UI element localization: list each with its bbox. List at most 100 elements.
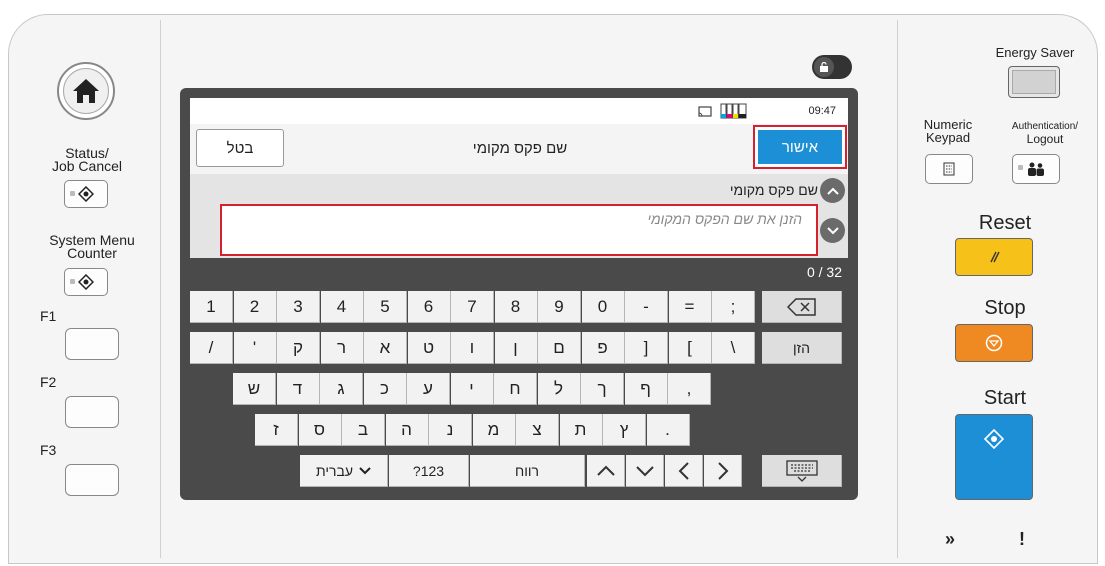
keyboard-key[interactable]: 4 [320, 291, 364, 323]
keypad-icon [943, 162, 955, 176]
keyboard-key[interactable]: כ [363, 373, 407, 405]
keyboard-key[interactable]: 0 [581, 291, 625, 323]
keyboard-key[interactable]: ' [233, 332, 277, 364]
keyboard-key[interactable]: 9 [538, 291, 581, 323]
keyboard-key[interactable]: צ [516, 414, 559, 446]
keyboard-key[interactable]: ג [320, 373, 363, 405]
keyboard-key[interactable]: - [625, 291, 668, 323]
keyboard-key[interactable]: . [646, 414, 690, 446]
scroll-up-button[interactable] [820, 178, 845, 203]
keyboard-key[interactable]: ן [494, 332, 538, 364]
backspace-key[interactable] [762, 291, 842, 323]
hide-keyboard-key[interactable] [762, 455, 842, 487]
f1-button[interactable] [65, 328, 119, 360]
keyboard-key[interactable]: ך [581, 373, 624, 405]
local-fax-name-input[interactable]: הזנן את שם הפקס המקומי [220, 204, 818, 256]
lock-open-icon [820, 62, 828, 72]
users-icon [1028, 162, 1044, 176]
keyboard-key[interactable]: ר [320, 332, 364, 364]
keyboard-key[interactable]: ף [624, 373, 668, 405]
ok-button[interactable]: אישור [753, 125, 847, 169]
energy-saver-button[interactable] [1008, 66, 1060, 98]
keyboard-key[interactable]: ע [407, 373, 450, 405]
reset-button[interactable] [955, 238, 1033, 276]
keyboard-key[interactable]: ל [537, 373, 581, 405]
clock: 09:47 [808, 105, 836, 117]
keyboard-key[interactable]: ; [712, 291, 755, 323]
keyboard-key[interactable]: ש [233, 373, 276, 405]
cast-icon [698, 106, 712, 117]
keyboard-key[interactable]: ] [625, 332, 668, 364]
keyboard-key[interactable]: = [668, 291, 712, 323]
cancel-button[interactable]: בטל [196, 129, 284, 167]
enter-key[interactable]: הזן [762, 332, 842, 364]
chevron-left-icon [678, 461, 689, 480]
f2-button[interactable] [65, 396, 119, 428]
touch-screen: 09:47 בטל שם פקס מקומי אישור שם פקס מקומ… [190, 98, 848, 494]
processing-indicator-icon: » [944, 529, 955, 549]
energy-saver-label: Energy Saver [995, 45, 1075, 60]
stop-button[interactable] [955, 324, 1033, 362]
language-label: עברית [315, 462, 354, 479]
keyboard-key[interactable]: 2 [233, 291, 277, 323]
screen-lock-toggle[interactable] [812, 55, 852, 79]
symbols-key[interactable]: ?123 [389, 455, 469, 487]
system-menu-counter-button[interactable] [64, 268, 108, 296]
keyboard-key[interactable]: 6 [407, 291, 451, 323]
language-key[interactable]: עברית [300, 455, 388, 487]
cursor-left-key[interactable] [665, 455, 703, 487]
backspace-icon [786, 297, 816, 316]
status-bar: 09:47 [190, 98, 848, 125]
keyboard-key[interactable]: י [450, 373, 494, 405]
keyboard-key[interactable]: ד [276, 373, 320, 405]
cursor-right-key[interactable] [704, 455, 742, 487]
keyboard-key[interactable]: , [668, 373, 711, 405]
cursor-up-key[interactable] [587, 455, 625, 487]
f1-label: F1 [40, 308, 57, 324]
keyboard-key[interactable]: ץ [603, 414, 646, 446]
reset-label: Reset [978, 212, 1032, 234]
keyboard-key[interactable]: 7 [451, 291, 494, 323]
numeric-keypad-button[interactable] [925, 154, 973, 184]
keyboard-key[interactable]: א [364, 332, 407, 364]
keyboard-key[interactable]: 3 [277, 291, 320, 323]
space-key[interactable]: רווח [470, 455, 585, 487]
keyboard-key[interactable]: נ [429, 414, 472, 446]
f2-label: F2 [40, 374, 57, 390]
keyboard-key[interactable]: ת [559, 414, 603, 446]
keyboard-hide-icon [785, 459, 818, 482]
keyboard-key[interactable]: ס [298, 414, 342, 446]
keyboard-key[interactable]: \ [712, 332, 755, 364]
keyboard-key[interactable]: / [190, 332, 233, 364]
status-job-cancel-button[interactable] [64, 180, 108, 208]
keyboard-key[interactable]: ז [255, 414, 298, 446]
keyboard-key[interactable]: 1 [190, 291, 233, 323]
keyboard-key[interactable]: ב [342, 414, 385, 446]
keyboard-key[interactable]: ט [407, 332, 451, 364]
authentication-logout-button[interactable] [1012, 154, 1060, 184]
keyboard-key[interactable]: ו [451, 332, 494, 364]
keyboard-key[interactable]: [ [668, 332, 712, 364]
keyboard-key[interactable]: 8 [494, 291, 538, 323]
title-bar: בטל שם פקס מקומי אישור [190, 124, 848, 175]
keyboard-key[interactable]: ח [494, 373, 537, 405]
moon-icon [1031, 76, 1037, 88]
start-button[interactable] [955, 414, 1033, 500]
onscreen-keyboard: 1 2 3 4 5 6 7 8 9 0- =; / ' ק ר א ט ו ן ם פ][\ הזן שדגכעיחל… [190, 286, 848, 494]
cursor-down-key[interactable] [626, 455, 664, 487]
stop-label: Stop [984, 297, 1026, 319]
keyboard-key[interactable]: 5 [364, 291, 407, 323]
keyboard-key[interactable]: פ [581, 332, 625, 364]
f3-button[interactable] [65, 464, 119, 496]
counter-bar: 0 / 32 [190, 258, 848, 286]
keyboard-key[interactable]: ה [385, 414, 429, 446]
home-icon [73, 79, 99, 103]
field-label: שם פקס מקומי [729, 182, 818, 198]
scroll-down-button[interactable] [820, 218, 845, 243]
keyboard-key[interactable]: ם [538, 332, 581, 364]
keyboard-key[interactable]: ק [277, 332, 320, 364]
led-indicator [70, 279, 75, 284]
home-button[interactable] [57, 62, 115, 120]
f3-label: F3 [40, 442, 57, 458]
keyboard-key[interactable]: מ [472, 414, 516, 446]
